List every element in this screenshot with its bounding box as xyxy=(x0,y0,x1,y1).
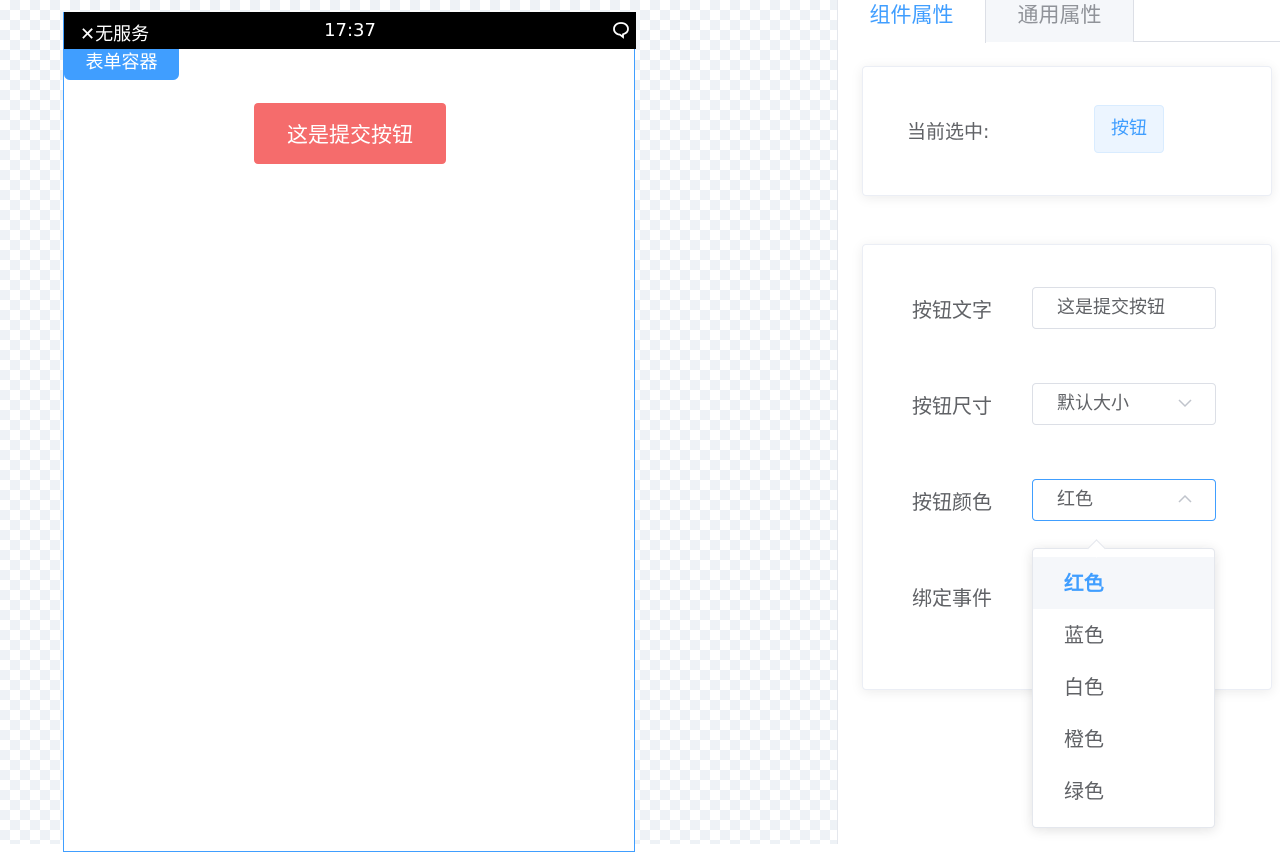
bind-event-label: 绑定事件 xyxy=(912,586,992,610)
dropdown-option-white[interactable]: 白色 xyxy=(1033,661,1214,713)
dropdown-option-orange[interactable]: 橙色 xyxy=(1033,713,1214,765)
chat-bubble-icon xyxy=(612,21,630,44)
current-selection-label: 当前选中: xyxy=(907,121,990,143)
button-text-label: 按钮文字 xyxy=(912,298,992,322)
phone-preview: ✕无服务 17:37 表单容器 这是提交按钮 xyxy=(63,12,636,852)
button-color-label: 按钮颜色 xyxy=(912,490,992,514)
status-time: 17:37 xyxy=(324,20,376,41)
chevron-down-icon xyxy=(1178,399,1192,408)
dropdown-option-red[interactable]: 红色 xyxy=(1033,557,1214,609)
tab-component-props[interactable]: 组件属性 xyxy=(838,0,986,43)
chevron-up-icon xyxy=(1178,494,1192,503)
design-canvas: ✕无服务 17:37 表单容器 这是提交按钮 xyxy=(0,0,837,852)
dropdown-option-blue[interactable]: 蓝色 xyxy=(1033,609,1214,661)
current-selection-card: 当前选中: 按钮 xyxy=(862,66,1272,196)
current-selection-tag: 按钮 xyxy=(1094,105,1164,153)
button-size-value: 默认大小 xyxy=(1057,393,1129,414)
property-tabs: 组件属性 通用属性 xyxy=(838,0,1280,43)
button-text-input[interactable]: 这是提交按钮 xyxy=(1032,287,1216,329)
color-dropdown: 红色 蓝色 白色 橙色 绿色 xyxy=(1032,539,1215,828)
button-color-select[interactable]: 红色 xyxy=(1032,479,1216,521)
phone-status-bar: ✕无服务 17:37 xyxy=(64,12,636,49)
button-color-value: 红色 xyxy=(1057,489,1093,510)
button-size-select[interactable]: 默认大小 xyxy=(1032,383,1216,425)
form-container-tag[interactable]: 表单容器 xyxy=(64,49,179,80)
panel-divider xyxy=(837,0,838,844)
dropdown-option-green[interactable]: 绿色 xyxy=(1033,765,1214,817)
submit-button[interactable]: 这是提交按钮 xyxy=(254,103,446,164)
tab-common-props[interactable]: 通用属性 xyxy=(986,0,1134,42)
button-size-label: 按钮尺寸 xyxy=(912,394,992,418)
